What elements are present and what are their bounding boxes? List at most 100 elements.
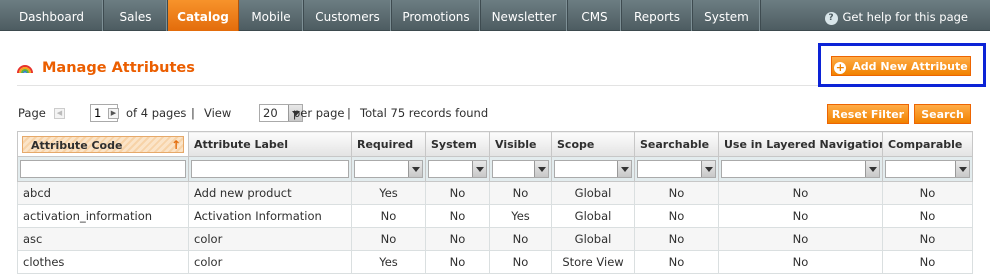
help-icon: ?	[824, 12, 838, 25]
filter-attribute-code-input[interactable]	[20, 160, 186, 178]
add-new-attribute-label: Add New Attribute	[852, 60, 968, 73]
cell-attribute-code: abcd	[17, 181, 189, 205]
filter-required-select[interactable]	[354, 160, 423, 178]
filter-system-select[interactable]	[428, 160, 487, 178]
search-button[interactable]: Search	[914, 104, 971, 124]
nav-sales[interactable]: Sales	[104, 0, 168, 31]
cell-visible: Yes	[489, 204, 552, 228]
cell-attribute-label: color	[188, 227, 352, 251]
pager-view-label: View	[204, 106, 232, 120]
cell-layered-navigation: No	[718, 250, 883, 274]
cell-scope: Global	[551, 181, 635, 205]
sort-up-icon: ↑	[170, 137, 181, 152]
pager-separator: |	[347, 106, 351, 120]
table-row[interactable]: activation_information Activation Inform…	[17, 204, 973, 228]
cell-searchable: No	[634, 250, 719, 274]
plus-icon: +	[834, 61, 847, 74]
cell-searchable: No	[634, 227, 719, 251]
nav-dashboard[interactable]: Dashboard	[0, 0, 104, 31]
cell-required: No	[351, 204, 426, 228]
cell-visible: No	[489, 227, 552, 251]
pager-of-pages: of 4 pages	[126, 106, 187, 120]
nav-newsletter[interactable]: Newsletter	[481, 0, 568, 31]
cell-required: Yes	[351, 250, 426, 274]
cell-attribute-label: color	[188, 250, 352, 274]
column-system[interactable]: System	[425, 131, 490, 157]
nav-reports[interactable]: Reports	[622, 0, 693, 31]
chevron-down-icon	[408, 161, 422, 177]
grid-filter-row	[17, 156, 973, 182]
help-label: Get help for this page	[842, 10, 969, 24]
chevron-down-icon	[472, 161, 486, 177]
cell-searchable: No	[634, 204, 719, 228]
cell-layered-navigation: No	[718, 204, 883, 228]
chevron-down-icon	[534, 161, 548, 177]
pager-separator: |	[191, 106, 195, 120]
cell-required: Yes	[351, 181, 426, 205]
nav-cms[interactable]: CMS	[568, 0, 622, 31]
per-page-value: 20	[263, 106, 278, 120]
column-attribute-code[interactable]: Attribute Code ↑	[17, 131, 189, 157]
cell-comparable: No	[882, 227, 973, 251]
cell-attribute-label: Activation Information	[188, 204, 352, 228]
main-nav: Dashboard Sales Catalog Mobile Customers…	[0, 0, 990, 31]
cell-system: No	[425, 250, 490, 274]
pager-page-label: Page	[18, 106, 46, 120]
cell-attribute-code: asc	[17, 227, 189, 251]
cell-visible: No	[489, 181, 552, 205]
column-searchable[interactable]: Searchable	[634, 131, 719, 157]
column-comparable[interactable]: Comparable	[882, 131, 973, 157]
cell-attribute-code: clothes	[17, 250, 189, 274]
column-scope[interactable]: Scope	[551, 131, 635, 157]
table-row[interactable]: clothes color Yes No No Store View No No…	[17, 250, 973, 274]
cell-scope: Global	[551, 204, 635, 228]
prev-page-icon[interactable]: ◀	[54, 108, 65, 119]
cell-attribute-code: activation_information	[17, 204, 189, 228]
next-page-icon[interactable]: ▶	[108, 108, 119, 119]
cell-attribute-label: Add new product	[188, 181, 352, 205]
grid-header-row: Attribute Code ↑ Attribute Label Required…	[17, 131, 973, 157]
filter-scope-select[interactable]	[554, 160, 632, 178]
nav-customers[interactable]: Customers	[304, 0, 392, 31]
nav-catalog[interactable]: Catalog	[168, 0, 239, 31]
nav-promotions[interactable]: Promotions	[392, 0, 481, 31]
page-title: Manage Attributes	[42, 60, 195, 76]
cell-scope: Store View	[551, 250, 635, 274]
cell-comparable: No	[882, 250, 973, 274]
cell-required: No	[351, 227, 426, 251]
nav-mobile[interactable]: Mobile	[239, 0, 304, 31]
column-visible[interactable]: Visible	[489, 131, 552, 157]
filter-searchable-select[interactable]	[637, 160, 716, 178]
filter-layered-navigation-select[interactable]	[721, 160, 880, 178]
cell-system: No	[425, 181, 490, 205]
attributes-grid: Attribute Code ↑ Attribute Label Required…	[17, 131, 973, 274]
cell-layered-navigation: No	[718, 181, 883, 205]
column-layered-navigation[interactable]: Use in Layered Navigation	[718, 131, 883, 157]
reset-filter-button[interactable]: Reset Filter	[827, 104, 909, 124]
cell-system: No	[425, 204, 490, 228]
column-attribute-label[interactable]: Attribute Label	[188, 131, 352, 157]
filter-attribute-label-input[interactable]	[191, 160, 349, 178]
chevron-down-icon	[955, 161, 969, 177]
filter-visible-select[interactable]	[492, 160, 549, 178]
pager-per-page-label: per page	[293, 106, 345, 120]
chevron-down-icon	[617, 161, 631, 177]
cell-layered-navigation: No	[718, 227, 883, 251]
nav-system[interactable]: System	[693, 0, 761, 31]
column-attribute-code-label: Attribute Code	[31, 138, 123, 152]
rainbow-icon	[17, 65, 33, 74]
table-row[interactable]: asc color No No No Global No No No	[17, 227, 973, 251]
chevron-down-icon	[701, 161, 715, 177]
cell-searchable: No	[634, 181, 719, 205]
help-link[interactable]: ? Get help for this page	[824, 0, 969, 31]
cell-scope: Global	[551, 227, 635, 251]
cell-comparable: No	[882, 204, 973, 228]
table-row[interactable]: abcd Add new product Yes No No Global No…	[17, 181, 973, 205]
add-new-attribute-button[interactable]: + Add New Attribute	[831, 56, 971, 76]
cell-visible: No	[489, 250, 552, 274]
chevron-down-icon	[865, 161, 879, 177]
cell-system: No	[425, 227, 490, 251]
filter-comparable-select[interactable]	[885, 160, 970, 178]
column-required[interactable]: Required	[351, 131, 426, 157]
pager-total-records: Total 75 records found	[360, 106, 489, 120]
